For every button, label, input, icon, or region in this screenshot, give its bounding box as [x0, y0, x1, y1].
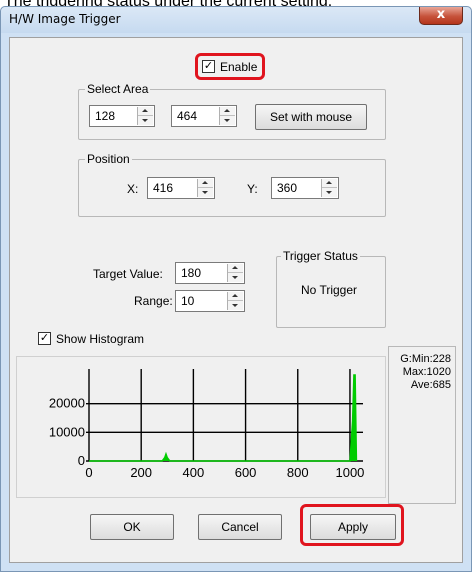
histogram-series [89, 374, 358, 462]
x-label: X: [127, 182, 139, 196]
area-start-spin-buttons [137, 107, 153, 125]
spin-down-icon[interactable] [220, 116, 235, 125]
x-tick-label: 1000 [335, 465, 364, 480]
area-start-spinner[interactable]: 128 [89, 105, 155, 127]
spin-up-icon[interactable] [228, 264, 243, 273]
spin-up-icon[interactable] [220, 107, 235, 116]
y-value: 360 [277, 181, 298, 195]
target-value: 180 [181, 266, 202, 280]
window-title: H/W Image Trigger [9, 12, 121, 26]
ok-button[interactable]: OK [90, 514, 174, 540]
enable-highlight [195, 53, 265, 80]
check-icon: ✓ [39, 332, 50, 344]
x-tick-label: 800 [287, 465, 309, 480]
target-spin-buttons [227, 264, 243, 282]
x-tick-label: 200 [130, 465, 152, 480]
spin-down-icon[interactable] [322, 188, 337, 197]
x-tick-label: 0 [85, 465, 92, 480]
show-histogram-label: Show Histogram [56, 332, 145, 346]
title-bar: H/W Image Trigger x [1, 7, 471, 33]
stat-max: Max:1020 [402, 366, 451, 378]
area-end-value: 464 [177, 109, 198, 123]
spin-down-icon[interactable] [138, 116, 153, 125]
area-end-spin-buttons [219, 107, 235, 125]
dialog-window: H/W Image Trigger x ✓ Enable Select Area… [0, 6, 472, 572]
target-value-spinner[interactable]: 180 [175, 262, 245, 284]
position-group: Position X: 416 Y: 360 [78, 152, 386, 217]
spin-down-icon[interactable] [228, 301, 243, 310]
spin-up-icon[interactable] [228, 292, 243, 301]
stats-panel: G:Min:228 Max:1020 Ave:685 [388, 346, 456, 504]
position-title: Position [85, 152, 132, 166]
y-label: Y: [247, 182, 258, 196]
spin-up-icon[interactable] [198, 179, 213, 188]
stat-ave: Ave:685 [410, 379, 451, 391]
set-with-mouse-button[interactable]: Set with mouse [255, 104, 367, 130]
spin-up-icon[interactable] [322, 179, 337, 188]
y-tick-label: 10000 [49, 424, 85, 439]
histogram-panel: 0 200 400 600 800 1000 0 10000 20000 [16, 356, 386, 498]
trigger-status-title: Trigger Status [281, 249, 360, 263]
y-tick-label: 0 [78, 453, 85, 468]
spin-down-icon[interactable] [228, 273, 243, 282]
histogram-chart: 0 200 400 600 800 100001000020000 [49, 369, 364, 480]
range-value: 10 [181, 294, 195, 308]
y-spin-buttons [321, 179, 337, 197]
close-button[interactable]: x [419, 7, 463, 25]
spin-up-icon[interactable] [138, 107, 153, 116]
x-spin-buttons [197, 179, 213, 197]
select-area-group: Select Area 128 464 Set with mouse [78, 82, 386, 140]
stat-min: G:Min:228 [400, 353, 451, 365]
area-start-value: 128 [95, 109, 116, 123]
x-value: 416 [153, 181, 174, 195]
area-end-spinner[interactable]: 464 [171, 105, 237, 127]
show-histogram-checkbox[interactable]: ✓ [38, 332, 51, 345]
trigger-status-group: Trigger Status No Trigger [276, 249, 386, 328]
y-tick-label: 20000 [49, 396, 85, 411]
trigger-status-value: No Trigger [301, 283, 358, 297]
select-area-title: Select Area [85, 82, 151, 96]
range-spin-buttons [227, 292, 243, 310]
range-label: Range: [134, 294, 173, 308]
dialog-body: ✓ Enable Select Area 128 464 Set with mo… [9, 37, 463, 563]
y-spinner[interactable]: 360 [271, 177, 339, 199]
target-value-label: Target Value: [93, 267, 163, 281]
cancel-button[interactable]: Cancel [198, 514, 282, 540]
x-tick-label: 600 [235, 465, 257, 480]
spin-down-icon[interactable] [198, 188, 213, 197]
close-icon: x [436, 7, 446, 22]
x-spinner[interactable]: 416 [147, 177, 215, 199]
apply-highlight [300, 504, 404, 546]
range-spinner[interactable]: 10 [175, 290, 245, 312]
x-tick-label: 400 [183, 465, 205, 480]
